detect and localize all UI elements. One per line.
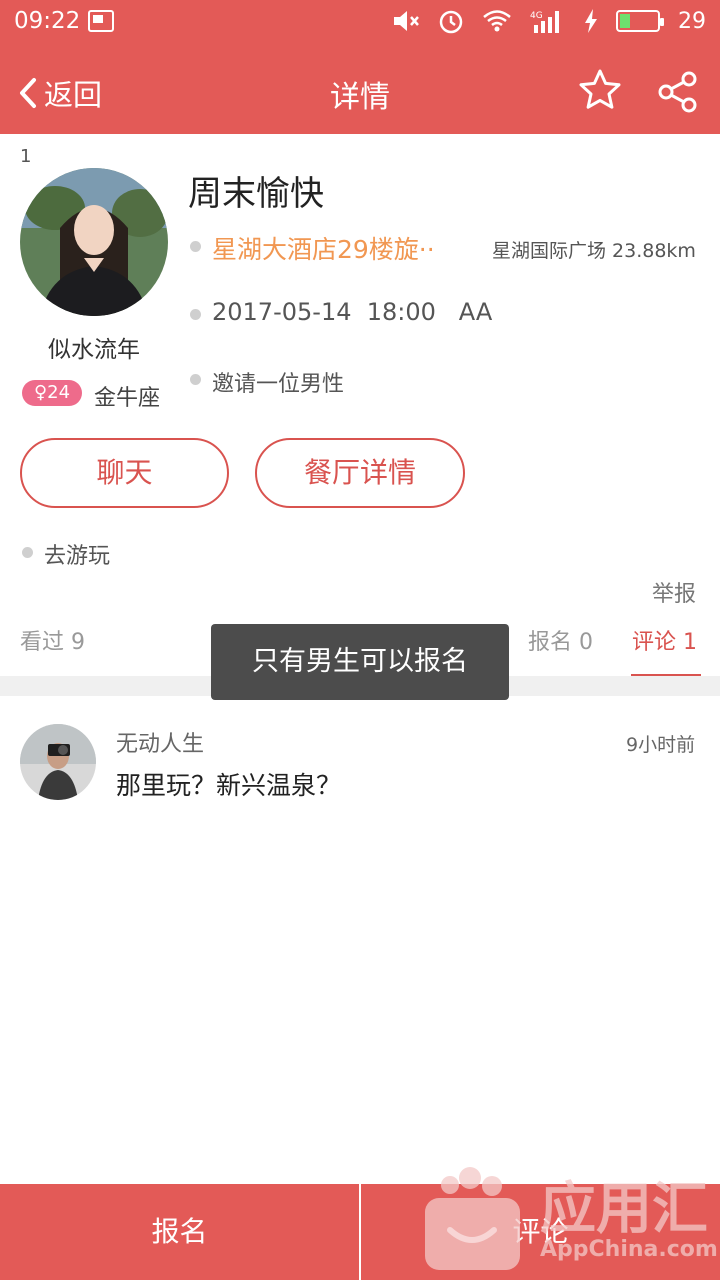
back-button[interactable]: 返回 xyxy=(18,72,102,114)
comment-username[interactable]: 无动人生 xyxy=(116,726,204,758)
signup-button[interactable]: 报名 xyxy=(0,1184,359,1280)
bullet-dot xyxy=(22,547,33,558)
event-invite: 邀请一位男性 xyxy=(212,372,345,397)
event-title: 周末愉快 xyxy=(188,174,324,214)
event-description: 去游玩 xyxy=(44,544,111,569)
share-icon[interactable] xyxy=(656,70,700,114)
tab-viewed[interactable]: 看过 9 xyxy=(20,624,85,656)
chevron-left-icon xyxy=(20,78,36,108)
comment-avatar-image xyxy=(20,724,96,800)
star-icon[interactable] xyxy=(578,68,622,112)
mute-icon xyxy=(394,11,419,31)
status-icons: 4G 29 xyxy=(392,8,706,34)
event-location[interactable]: 星湖大酒店29楼旋·· xyxy=(212,230,435,266)
event-datetime: 2017-05-14 18:00 AA xyxy=(212,298,493,326)
comment-timestamp: 9小时前 xyxy=(626,734,696,756)
comment-avatar[interactable] xyxy=(20,724,96,800)
image-icon xyxy=(88,10,114,32)
status-time: 09:22 xyxy=(14,8,81,34)
bullet-dot xyxy=(190,374,201,385)
back-label: 返回 xyxy=(44,78,103,112)
charging-icon xyxy=(585,9,597,33)
avatar-image xyxy=(20,168,168,316)
signal-4g-icon: 4G xyxy=(530,11,559,33)
battery-level: 29 xyxy=(678,8,706,34)
report-link[interactable]: 举报 xyxy=(652,576,696,608)
bullet-dot xyxy=(190,241,201,252)
comment-button[interactable]: 评论 xyxy=(361,1184,720,1280)
restaurant-details-button[interactable]: 餐厅详情 xyxy=(255,438,465,508)
comment-text: 那里玩？新兴温泉？ xyxy=(116,771,342,800)
chat-button[interactable]: 聊天 xyxy=(20,438,229,508)
avatar[interactable] xyxy=(20,168,168,316)
svg-text:4G: 4G xyxy=(530,11,543,21)
bullet-dot xyxy=(190,309,201,320)
wifi-icon xyxy=(483,10,511,32)
tab-signup[interactable]: 报名 0 xyxy=(528,624,593,656)
alarm-icon xyxy=(439,10,463,34)
location-distance: 星湖国际广场 23.88km xyxy=(492,240,696,262)
post-index: 1 xyxy=(20,146,32,167)
status-bar: 09:22 4G 29 xyxy=(0,0,720,44)
gender-age-badge: ♀24 xyxy=(22,380,82,406)
tab-comment[interactable]: 评论 1 xyxy=(632,624,697,656)
zodiac-label: 金牛座 xyxy=(94,386,161,411)
toast-message: 只有男生可以报名 xyxy=(211,624,509,700)
battery-icon xyxy=(616,10,664,32)
nav-bar: 返回 详情 xyxy=(0,44,720,134)
user-name: 似水流年 xyxy=(48,337,140,363)
